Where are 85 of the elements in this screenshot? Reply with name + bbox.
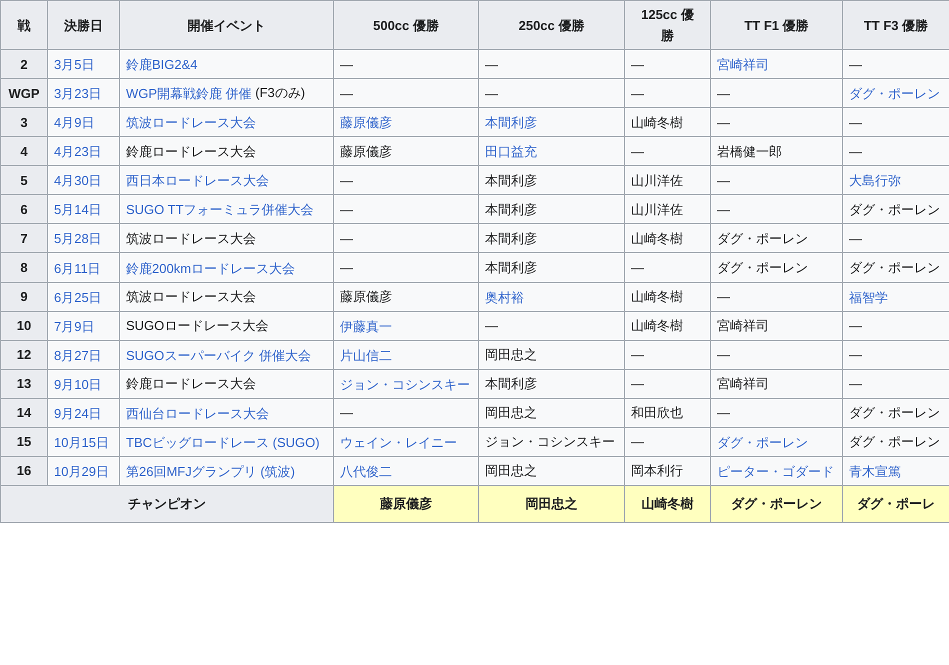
table-cell: 本間利彦 bbox=[478, 252, 624, 282]
table-cell: — bbox=[334, 78, 478, 108]
table-cell: 藤原儀彦 bbox=[334, 282, 478, 312]
column-header: TT F1 優勝 bbox=[710, 0, 842, 50]
table-cell: 藤原儀彦 bbox=[334, 136, 478, 166]
table-cell: 筑波ロードレース大会 bbox=[120, 282, 334, 312]
row-header: 7 bbox=[0, 224, 48, 253]
table-cell: — bbox=[710, 108, 842, 137]
row-header: 3 bbox=[0, 108, 48, 137]
table-cell: — bbox=[334, 224, 478, 253]
row-header: 15 bbox=[0, 427, 48, 456]
table-cell: 山崎冬樹 bbox=[624, 224, 710, 253]
table-cell: 本間利彦 bbox=[478, 194, 624, 224]
table-cell: 宮崎祥司 bbox=[710, 369, 842, 398]
table-cell: — bbox=[478, 311, 624, 340]
table-cell: — bbox=[710, 78, 842, 108]
column-header: 250cc 優勝 bbox=[478, 0, 624, 50]
row-header: 2 bbox=[0, 50, 48, 79]
table-cell: 岡本利行 bbox=[624, 456, 710, 486]
table-cell: 鈴鹿ロードレース大会 bbox=[120, 136, 334, 166]
table-cell: — bbox=[710, 398, 842, 428]
column-header: 125cc 優勝 bbox=[624, 0, 710, 50]
column-header: 戦 bbox=[0, 0, 48, 50]
champion-cell: 岡田忠之 bbox=[478, 485, 624, 522]
row-header: 5 bbox=[0, 166, 48, 195]
table-cell: — bbox=[710, 282, 842, 312]
row-header: 13 bbox=[0, 369, 48, 398]
table-cell: ジョン・コシンスキー bbox=[478, 427, 624, 456]
table-cell: ダグ・ポーレン bbox=[710, 252, 842, 282]
table-cell: — bbox=[624, 78, 710, 108]
column-header: TT F3 優勝 bbox=[842, 0, 949, 50]
champion-cell: ダグ・ポーレン bbox=[710, 485, 842, 522]
row-header: 9 bbox=[0, 282, 48, 312]
row-header: 16 bbox=[0, 456, 48, 486]
table-cell: SUGOロードレース大会 bbox=[120, 311, 334, 340]
row-header: 14 bbox=[0, 398, 48, 428]
table-cell: — bbox=[334, 50, 478, 79]
table-cell: — bbox=[478, 50, 624, 79]
table-cell: — bbox=[710, 194, 842, 224]
table-cell: 岡田忠之 bbox=[478, 340, 624, 370]
cell-link[interactable]: 奥村裕 bbox=[485, 286, 524, 308]
table-cell: — bbox=[624, 136, 710, 166]
table-cell: 岡田忠之 bbox=[478, 398, 624, 428]
table-cell: 山崎冬樹 bbox=[624, 108, 710, 137]
row-header: チャンピオン bbox=[0, 485, 334, 522]
table-cell: 山崎冬樹 bbox=[624, 282, 710, 312]
table-cell: 筑波ロードレース大会 bbox=[120, 224, 334, 253]
table-cell: 本間利彦 bbox=[478, 224, 624, 253]
champion-cell: 山崎冬樹 bbox=[624, 485, 710, 522]
table-cell: 岩橋健一郎 bbox=[710, 136, 842, 166]
table-cell: 山川洋佐 bbox=[624, 166, 710, 195]
table-cell: — bbox=[624, 252, 710, 282]
table-cell: — bbox=[334, 166, 478, 195]
table-cell: — bbox=[624, 427, 710, 456]
row-header: 8 bbox=[0, 252, 48, 282]
table-cell: — bbox=[710, 340, 842, 370]
row-header: WGP bbox=[0, 78, 48, 108]
table-cell: — bbox=[334, 194, 478, 224]
cell-link[interactable]: WGP開幕戦鈴鹿 併催 bbox=[126, 83, 252, 104]
table-cell: 山川洋佐 bbox=[624, 194, 710, 224]
table-cell: — bbox=[478, 78, 624, 108]
table-cell: 本間利彦 bbox=[478, 166, 624, 195]
column-header: 500cc 優勝 bbox=[334, 0, 478, 50]
table-cell: — bbox=[624, 340, 710, 370]
table-cell: 宮崎祥司 bbox=[710, 311, 842, 340]
row-header: 4 bbox=[0, 136, 48, 166]
column-header: 決勝日 bbox=[48, 0, 120, 50]
champion-cell: 藤原儀彦 bbox=[334, 485, 478, 522]
champion-cell: ダグ・ポーレ bbox=[842, 485, 949, 522]
table-cell: — bbox=[624, 50, 710, 79]
table-cell: — bbox=[334, 252, 478, 282]
column-header: 開催イベント bbox=[120, 0, 334, 50]
cell-note: (F3のみ) bbox=[254, 85, 306, 100]
row-header: 6 bbox=[0, 194, 48, 224]
table-cell: 本間利彦 bbox=[478, 369, 624, 398]
table-cell: 鈴鹿ロードレース大会 bbox=[120, 369, 334, 398]
table-cell: ダグ・ポーレン bbox=[710, 224, 842, 253]
table-cell: 和田欣也 bbox=[624, 398, 710, 428]
table-cell: 岡田忠之 bbox=[478, 456, 624, 486]
table-cell: — bbox=[624, 369, 710, 398]
table-cell: — bbox=[710, 166, 842, 195]
table-cell: 山崎冬樹 bbox=[624, 311, 710, 340]
table-cell: — bbox=[334, 398, 478, 428]
row-header: 12 bbox=[0, 340, 48, 370]
row-header: 10 bbox=[0, 311, 48, 340]
